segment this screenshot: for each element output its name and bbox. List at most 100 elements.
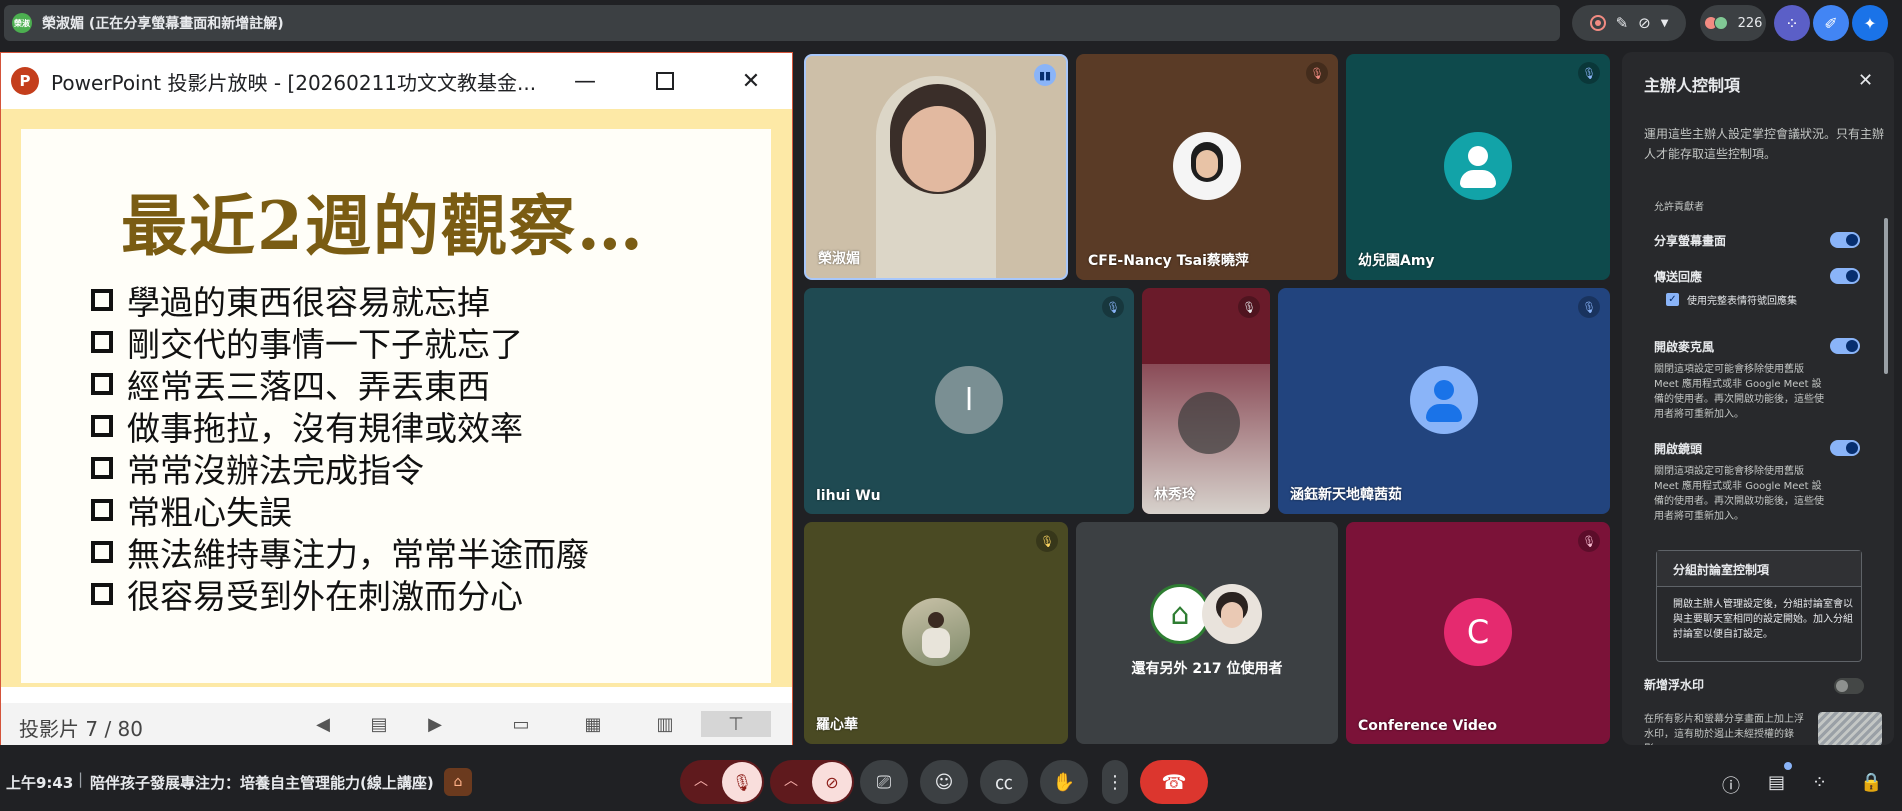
checkbox-bullet-icon	[91, 583, 113, 605]
camera-label: 開啟鏡頭	[1654, 441, 1703, 456]
video-tile[interactable]: 🎙 CFE-Nancy Tsai蔡曉萍	[1076, 54, 1338, 280]
video-tile[interactable]: l 🎙 lihui Wu	[804, 288, 1134, 514]
breakout-controls-title[interactable]: 分組討論室控制項	[1657, 551, 1861, 587]
send-reactions-toggle[interactable]	[1830, 268, 1860, 284]
previous-slide-icon[interactable]: ◀	[309, 711, 337, 737]
person-icon	[1410, 366, 1478, 434]
slideshow-view-icon[interactable]: ⊤	[701, 711, 771, 737]
normal-view-icon[interactable]: ▭	[507, 711, 535, 737]
speaking-indicator-icon: ▮▮	[1034, 64, 1056, 86]
avatar: l	[935, 366, 1003, 434]
video-tile[interactable]: 🎙 林秀玲	[1142, 288, 1270, 514]
checkbox-bullet-icon	[91, 331, 113, 353]
notes-icon[interactable]: ▤	[365, 711, 393, 737]
breakout-controls-description: 開啟主辦人管理設定後，分組討論室會以與主要聊天室相同的設定開始。加入分組討論室以…	[1673, 599, 1853, 640]
mic-off-icon: 🎙	[1578, 62, 1600, 84]
slide-bullet-list: 學過的東西很容易就忘掉 剛交代的事情一下子就忘了 經常丟三落四、弄丟東西 做事拖…	[91, 279, 589, 616]
meeting-info-icon[interactable]: ⓘ	[1722, 772, 1740, 798]
section-label: 允許貢獻者	[1654, 202, 1704, 213]
top-bar: 榮淑 榮淑媚 (正在分享螢幕畫面和新增註解) ✎ ⊘ ▼ 226 ⁘ ✐ ✦	[0, 0, 1902, 46]
slide-bullet: 常粗心失誤	[91, 489, 589, 532]
mic-off-icon: 🎙	[1578, 296, 1600, 318]
slide-frame: 最近2週的觀察… 學過的東西很容易就忘掉 剛交代的事情一下子就忘了 經常丟三落四…	[1, 109, 792, 687]
mic-off-icon: 🎙	[1306, 62, 1328, 84]
annotate-icon[interactable]: ✎	[1616, 14, 1629, 32]
pen-icon[interactable]: ✐	[1813, 5, 1849, 41]
microphone-label: 開啟麥克風	[1654, 339, 1715, 354]
microphone-control: ︿ 🎙	[680, 760, 764, 804]
watermark-preview-image	[1818, 712, 1882, 745]
slide: 最近2週的觀察… 學過的東西很容易就忘掉 剛交代的事情一下子就忘了 經常丟三落四…	[21, 129, 771, 683]
participant-name: 涵鈺新天地韓茜茹	[1290, 487, 1402, 503]
checkbox-bullet-icon	[91, 499, 113, 521]
send-reactions-label: 傳送回應	[1654, 269, 1703, 284]
slide-bullet: 很容易受到外在刺激而分心	[91, 573, 589, 616]
camera-off-icon[interactable]: ⊘	[812, 762, 852, 802]
mic-off-icon: 🎙	[1578, 530, 1600, 552]
slide-bullet: 常常沒辦法完成指令	[91, 447, 589, 490]
mic-off-icon[interactable]: 🎙	[722, 762, 762, 802]
host-controls-icon[interactable]: 🔒	[1860, 772, 1882, 793]
chevron-up-icon[interactable]: ︿	[780, 770, 802, 790]
slide-bullet: 經常丟三落四、弄丟東西	[91, 363, 589, 406]
reading-view-icon[interactable]: ▥	[651, 711, 679, 737]
raise-hand-icon[interactable]: ✋	[1040, 760, 1088, 804]
share-screen-toggle[interactable]	[1830, 232, 1860, 248]
participant-name: CFE-Nancy Tsai蔡曉萍	[1088, 253, 1249, 269]
video-tile[interactable]: 🎙 幼兒園Amy	[1346, 54, 1610, 280]
microphone-toggle[interactable]	[1830, 338, 1860, 354]
panel-scrollbar[interactable]	[1884, 218, 1888, 374]
present-screen-icon[interactable]: ⎚	[860, 760, 908, 804]
camera-toggle[interactable]	[1830, 440, 1860, 456]
video-tile[interactable]: C 🎙 Conference Video	[1346, 522, 1610, 744]
slide-heading: 最近2週的觀察…	[121, 187, 645, 265]
gemini-icon[interactable]: ✦	[1852, 5, 1888, 41]
slide-sorter-icon[interactable]: ▦	[579, 711, 607, 737]
chevron-up-icon[interactable]: ︿	[690, 770, 712, 790]
close-icon[interactable]: ✕	[1858, 70, 1873, 91]
maximize-icon[interactable]	[649, 65, 681, 97]
activities-icon[interactable]: ⁘	[1812, 772, 1827, 793]
full-emoji-checkbox[interactable]: ✓	[1666, 293, 1679, 306]
emoji-icon[interactable]: ☺	[920, 760, 968, 804]
video-tile[interactable]: 🎙 羅心華	[804, 522, 1068, 744]
slide-bullet: 做事拖拉，沒有規律或效率	[91, 405, 589, 448]
record-icon[interactable]	[1589, 15, 1606, 31]
chat-icon[interactable]: ▤	[1768, 772, 1785, 793]
captions-icon[interactable]: ㏄	[980, 760, 1028, 804]
more-participants-tile[interactable]: ⌂ 還有另外 217 位使用者	[1076, 522, 1338, 744]
share-status-text: 榮淑媚 (正在分享螢幕畫面和新增註解)	[42, 16, 284, 32]
watermark-label: 新增浮水印	[1644, 678, 1705, 692]
video-feed-object	[1178, 392, 1240, 454]
presenter-avatar: 榮淑	[12, 13, 32, 33]
close-icon[interactable]: ✕	[735, 65, 767, 97]
end-call-button[interactable]: ☎	[1140, 760, 1208, 804]
avatar	[902, 598, 970, 666]
host-controls-panel: 主辦人控制項 ✕ 運用這些主辦人設定掌控會議狀況。只有主辦人才能存取這些控制項。…	[1622, 52, 1894, 745]
video-tile[interactable]: 🎙 涵鈺新天地韓茜茹	[1278, 288, 1610, 514]
minimize-icon[interactable]: —	[569, 65, 601, 97]
people-icon	[1703, 16, 1728, 30]
video-feed-face	[902, 106, 974, 192]
checkbox-bullet-icon	[91, 541, 113, 563]
video-tile[interactable]: ▮▮ 榮淑媚	[804, 54, 1068, 280]
mic-off-icon: 🎙	[1238, 296, 1260, 318]
camera-off-icon[interactable]: ⊘	[1638, 14, 1651, 32]
camera-row: 開啟鏡頭	[1654, 436, 1860, 460]
slide-counter: 投影片 7 / 80	[19, 717, 143, 741]
watermark-toggle[interactable]	[1834, 678, 1864, 694]
host-badge-icon[interactable]: ⌂	[444, 768, 472, 796]
more-options-icon[interactable]: ⋮	[1102, 760, 1128, 804]
participants-button[interactable]: 226	[1700, 5, 1766, 41]
camera-control: ︿ ⊘	[770, 760, 854, 804]
camera-description: 關閉這項設定可能會移除使用舊版 Meet 應用程式或非 Google Meet …	[1654, 466, 1824, 522]
next-slide-icon[interactable]: ▶	[421, 711, 449, 737]
avatar: C	[1444, 598, 1512, 666]
powerpoint-window: P PowerPoint 投影片放映 - [20260211功文文教基金... …	[0, 52, 793, 745]
slide-bullet: 無法維持專注力，常常半途而廢	[91, 531, 589, 574]
meeting-time: 上午9:43	[6, 774, 74, 792]
panel-description: 運用這些主辦人設定掌控會議狀況。只有主辦人才能存取這些控制項。	[1644, 127, 1885, 161]
full-emoji-row: ✓ 使用完整表情符號回應集	[1666, 292, 1797, 307]
apps-icon[interactable]: ⁘	[1774, 5, 1810, 41]
chevron-down-icon[interactable]: ▼	[1661, 18, 1669, 29]
